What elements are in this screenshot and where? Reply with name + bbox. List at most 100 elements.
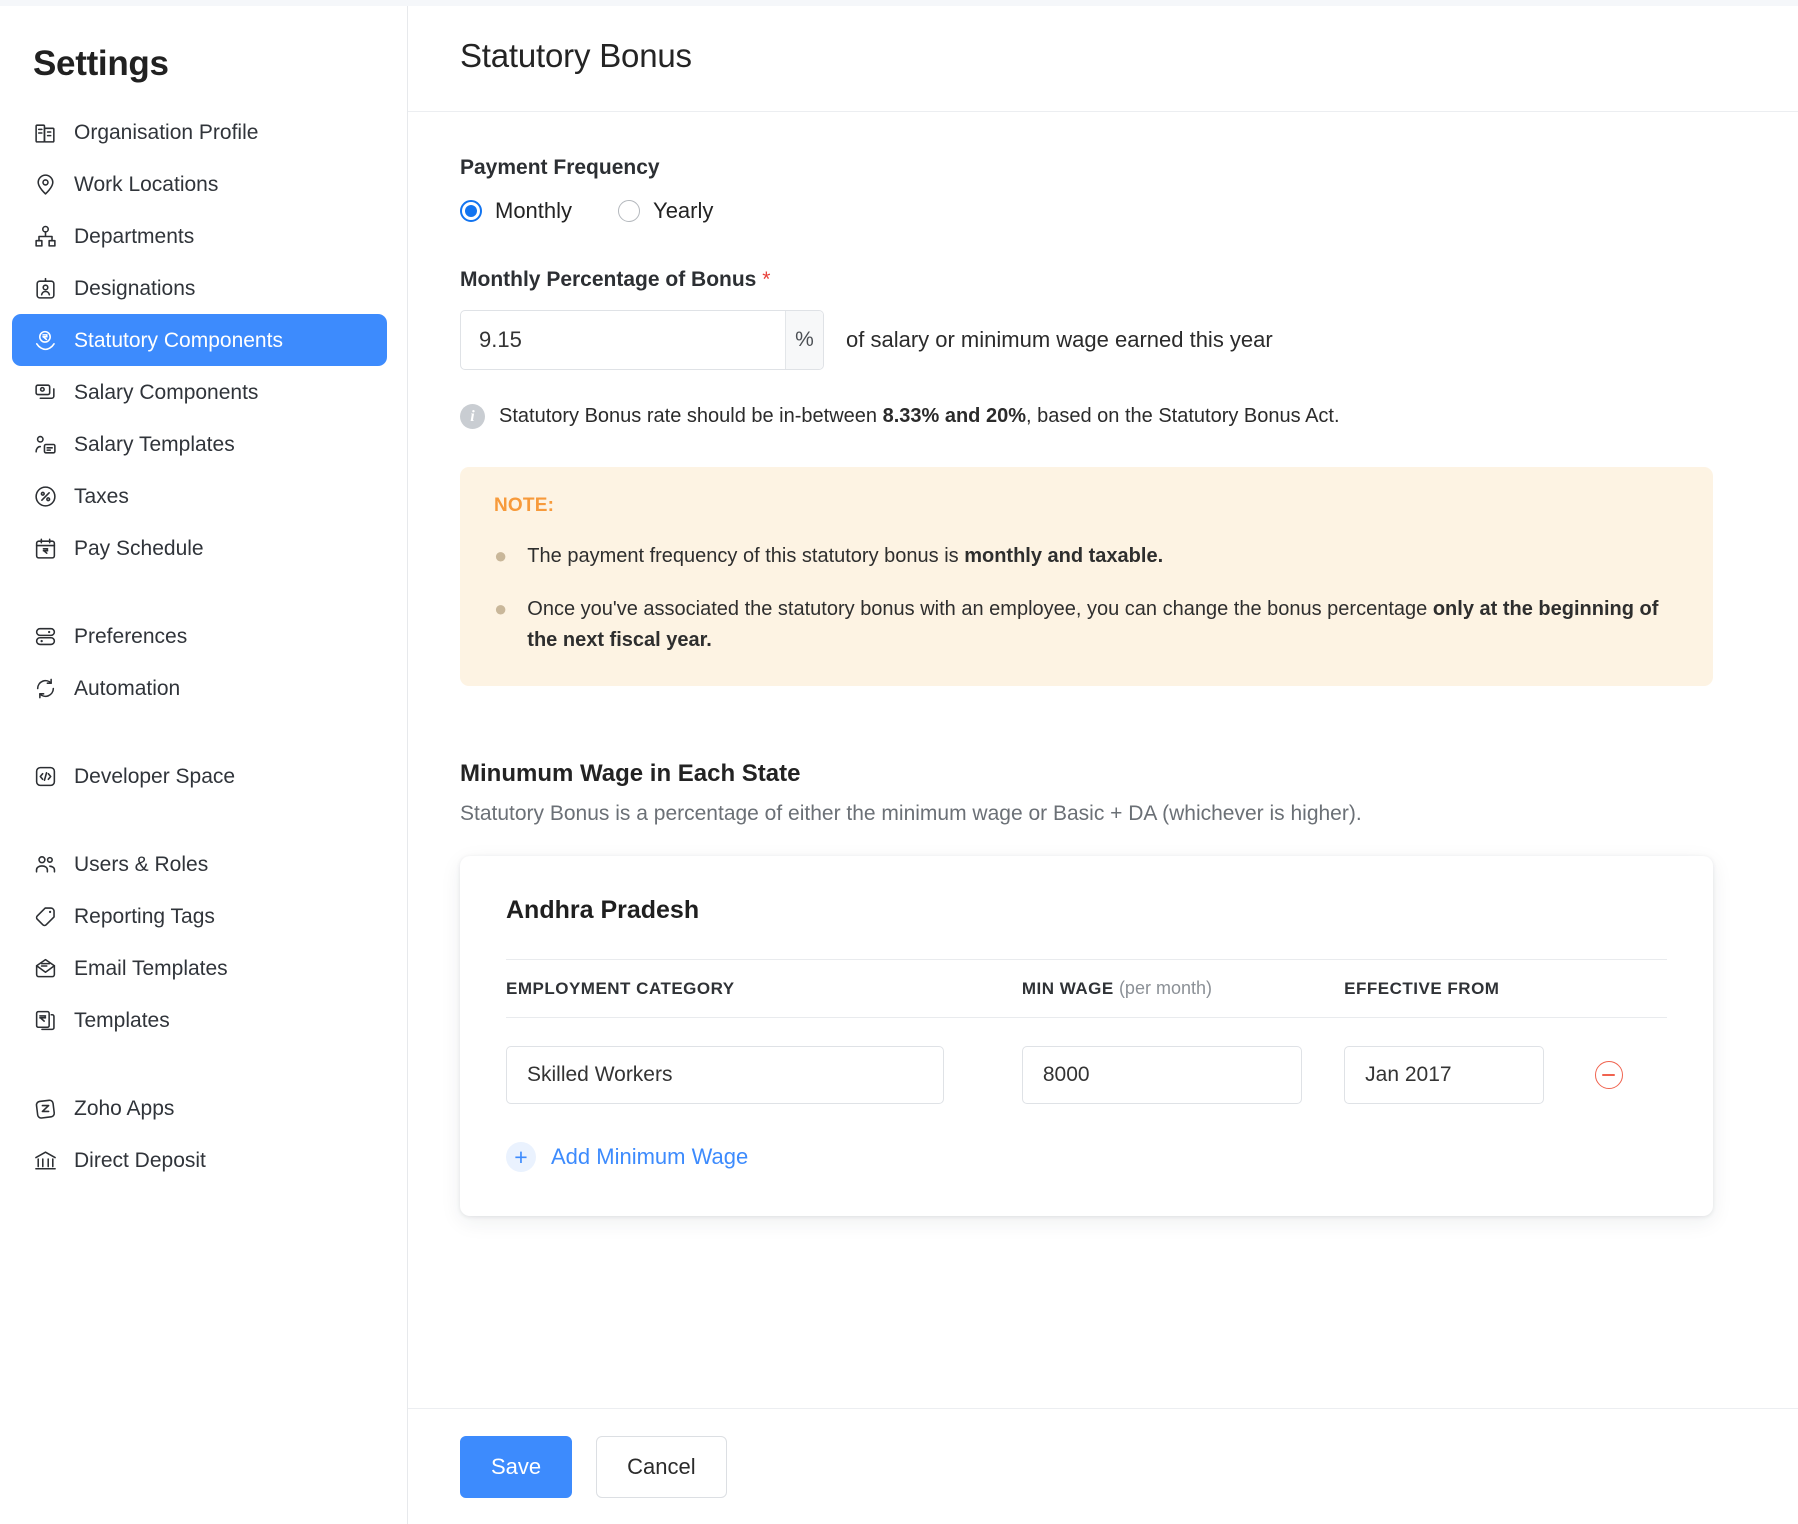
sliders-icon xyxy=(32,623,58,649)
cancel-button[interactable]: Cancel xyxy=(596,1436,726,1498)
state-card: Andhra Pradesh EMPLOYMENT CATEGORY MIN W… xyxy=(460,856,1713,1216)
save-button[interactable]: Save xyxy=(460,1436,572,1498)
statutory-rate-info-text: Statutory Bonus rate should be in-betwee… xyxy=(499,405,1340,428)
sidebar-item-email-templates[interactable]: Email Templates xyxy=(12,942,387,994)
minimum-wage-table: EMPLOYMENT CATEGORY MIN WAGE (per month)… xyxy=(506,959,1667,1104)
sidebar-item-label: Preferences xyxy=(74,626,187,647)
sidebar-divider-gap-2 xyxy=(12,714,387,750)
sidebar-item-label: Automation xyxy=(74,678,180,699)
minimum-wage-section-subtitle: Statutory Bonus is a percentage of eithe… xyxy=(460,802,1746,826)
sidebar-title: Settings xyxy=(0,6,407,106)
sidebar-item-reporting-tags[interactable]: Reporting Tags xyxy=(12,890,387,942)
info-bold: 8.33% and 20% xyxy=(883,405,1026,427)
note-item: ● The payment frequency of this statutor… xyxy=(494,541,1679,572)
note-prefix: Once you've associated the statutory bon… xyxy=(527,598,1433,620)
column-header-actions xyxy=(1595,960,1667,1018)
refresh-cycle-icon xyxy=(32,675,58,701)
sidebar-item-users-roles[interactable]: Users & Roles xyxy=(12,838,387,890)
sidebar-item-label: Designations xyxy=(74,278,195,299)
add-minimum-wage-button[interactable]: + Add Minimum Wage xyxy=(506,1142,748,1172)
bonus-percentage-caption: of salary or minimum wage earned this ye… xyxy=(846,327,1273,353)
map-pin-icon xyxy=(32,171,58,197)
sidebar-item-label: Zoho Apps xyxy=(74,1098,174,1119)
note-item-text: Once you've associated the statutory bon… xyxy=(527,594,1679,656)
sidebar-item-taxes[interactable]: Taxes xyxy=(12,470,387,522)
sidebar-item-templates[interactable]: Templates xyxy=(12,994,387,1046)
sidebar-item-zoho-apps[interactable]: Zoho Apps xyxy=(12,1082,387,1134)
radio-yearly[interactable]: Yearly xyxy=(618,198,713,224)
column-header-employment-category: EMPLOYMENT CATEGORY xyxy=(506,960,1022,1018)
effective-from-input[interactable] xyxy=(1344,1046,1544,1104)
sidebar-item-label: Salary Components xyxy=(74,382,258,403)
payment-frequency-label: Payment Frequency xyxy=(460,156,1746,180)
table-body xyxy=(506,1018,1667,1105)
zoho-z-icon xyxy=(32,1095,58,1121)
radio-monthly[interactable]: Monthly xyxy=(460,198,572,224)
note-title: NOTE: xyxy=(494,495,1679,517)
sidebar-item-organisation-profile[interactable]: Organisation Profile xyxy=(12,106,387,158)
sidebar-item-departments[interactable]: Departments xyxy=(12,210,387,262)
rupee-coin-hand-icon xyxy=(32,327,58,353)
column-header-effective-from: EFFECTIVE FROM xyxy=(1344,960,1595,1018)
state-name: Andhra Pradesh xyxy=(506,896,1667,925)
sidebar-item-work-locations[interactable]: Work Locations xyxy=(12,158,387,210)
sidebar-item-direct-deposit[interactable]: Direct Deposit xyxy=(12,1134,387,1186)
bonus-percentage-input[interactable] xyxy=(461,311,785,369)
sidebar-item-label: Salary Templates xyxy=(74,434,235,455)
sidebar-item-label: Reporting Tags xyxy=(74,906,215,927)
sidebar-item-label: Organisation Profile xyxy=(74,122,258,143)
min-wage-input[interactable] xyxy=(1022,1046,1302,1104)
person-document-icon xyxy=(32,431,58,457)
percent-circle-icon xyxy=(32,483,58,509)
rupee-calendar-icon xyxy=(32,535,58,561)
sidebar-item-automation[interactable]: Automation xyxy=(12,662,387,714)
info-prefix: Statutory Bonus rate should be in-betwee… xyxy=(499,405,883,427)
radio-monthly-label: Monthly xyxy=(495,198,572,224)
sidebar-item-label: Direct Deposit xyxy=(74,1150,206,1171)
cell-actions xyxy=(1595,1018,1667,1105)
sidebar-divider-gap-3 xyxy=(12,802,387,838)
main-content: Statutory Bonus Payment Frequency Monthl… xyxy=(408,0,1798,1524)
window-top-strip xyxy=(0,0,1798,6)
bonus-percentage-label: Monthly Percentage of Bonus * xyxy=(460,268,1746,292)
column-header-min-wage-text: MIN WAGE xyxy=(1022,979,1114,998)
radio-yearly-label: Yearly xyxy=(653,198,713,224)
note-box: NOTE: ● The payment frequency of this st… xyxy=(460,467,1713,686)
sidebar-item-label: Developer Space xyxy=(74,766,235,787)
sidebar-item-label: Taxes xyxy=(74,486,129,507)
employment-category-input[interactable] xyxy=(506,1046,944,1104)
sidebar-item-preferences[interactable]: Preferences xyxy=(12,610,387,662)
note-bold: monthly and taxable. xyxy=(964,545,1163,567)
form-footer: Save Cancel xyxy=(408,1408,1798,1524)
minus-circle-icon[interactable] xyxy=(1595,1061,1623,1089)
envelope-icon xyxy=(32,955,58,981)
bonus-percentage-input-group[interactable]: % xyxy=(460,310,824,370)
cell-effective-from xyxy=(1344,1018,1595,1105)
note-item: ● Once you've associated the statutory b… xyxy=(494,594,1679,656)
page-header: Statutory Bonus xyxy=(408,0,1798,112)
table-head: EMPLOYMENT CATEGORY MIN WAGE (per month)… xyxy=(506,960,1667,1018)
column-header-min-wage-note: (per month) xyxy=(1119,978,1212,998)
sidebar-item-pay-schedule[interactable]: Pay Schedule xyxy=(12,522,387,574)
cell-employment-category xyxy=(506,1018,1022,1105)
sidebar-item-designations[interactable]: Designations xyxy=(12,262,387,314)
required-asterisk: * xyxy=(762,268,770,291)
sidebar-item-developer-space[interactable]: Developer Space xyxy=(12,750,387,802)
sidebar-item-label: Pay Schedule xyxy=(74,538,204,559)
percent-suffix-icon: % xyxy=(785,311,823,369)
table-row xyxy=(506,1018,1667,1105)
sidebar-item-salary-templates[interactable]: Salary Templates xyxy=(12,418,387,470)
radio-mark-icon xyxy=(460,200,482,222)
users-icon xyxy=(32,851,58,877)
plus-icon: + xyxy=(506,1142,536,1172)
sidebar-nav: Organisation Profile Work Locations Depa… xyxy=(0,106,407,1186)
cell-min-wage xyxy=(1022,1018,1344,1105)
sidebar-item-statutory-components[interactable]: Statutory Components xyxy=(12,314,387,366)
bonus-percentage-row: % of salary or minimum wage earned this … xyxy=(460,310,1746,370)
settings-sidebar: Settings Organisation Profile Work Locat… xyxy=(0,0,408,1524)
bank-icon xyxy=(32,1147,58,1173)
sidebar-item-salary-components[interactable]: Salary Components xyxy=(12,366,387,418)
tag-icon xyxy=(32,903,58,929)
building-icon xyxy=(32,119,58,145)
sidebar-item-label: Statutory Components xyxy=(74,330,283,351)
